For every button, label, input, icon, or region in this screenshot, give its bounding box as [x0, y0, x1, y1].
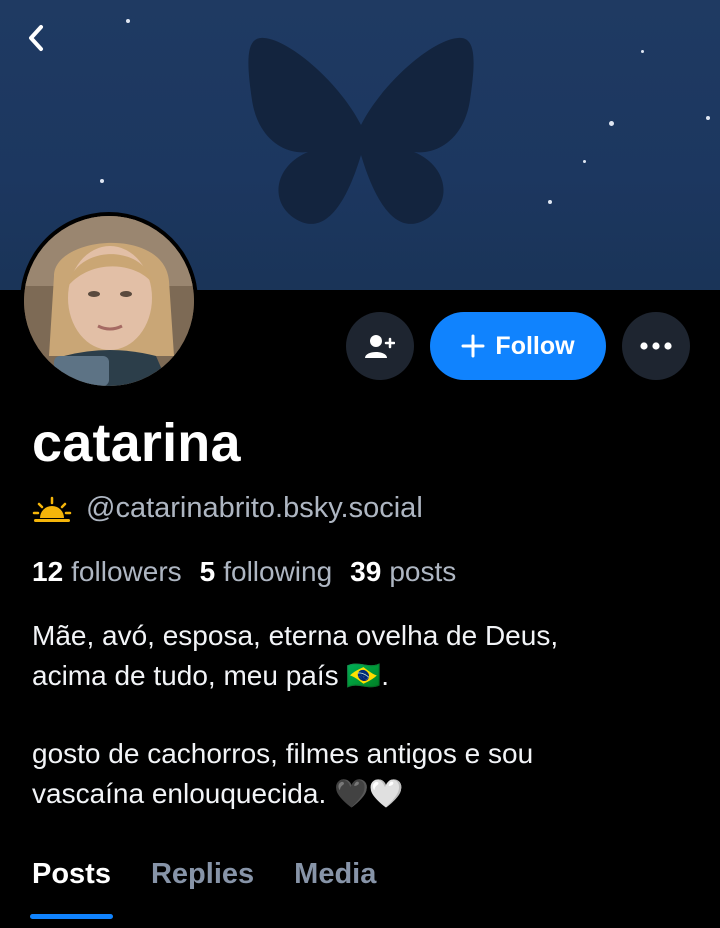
avatar-photo [24, 216, 194, 386]
profile-stats: 12 followers 5 following 39 posts [32, 556, 456, 588]
chevron-left-icon [29, 25, 43, 51]
tab-posts[interactable]: Posts [30, 858, 113, 919]
following-count: 5 [199, 556, 216, 587]
following-label: following [223, 556, 333, 587]
bio-line: gosto de cachorros, filmes antigos e sou [32, 738, 534, 769]
avatar-frame [20, 212, 198, 390]
add-user-icon [365, 335, 395, 358]
profile-actions: Follow [346, 312, 690, 380]
display-name: catarina [32, 413, 241, 473]
sunrise-icon [32, 496, 72, 522]
followers-label: followers [71, 556, 182, 587]
handle-row: @catarinabrito.bsky.social [32, 492, 423, 525]
plus-icon [461, 334, 485, 358]
posts-label: posts [389, 556, 457, 587]
more-icon [640, 342, 672, 350]
butterfly-logo-icon [248, 37, 474, 224]
following-stat[interactable]: 5 following [200, 556, 333, 588]
posts-count: 39 [350, 556, 382, 587]
followers-count: 12 [32, 556, 64, 587]
back-button[interactable] [18, 20, 54, 56]
profile-handle[interactable]: @catarinabrito.bsky.social [86, 492, 423, 525]
tab-replies[interactable]: Replies [151, 858, 254, 913]
posts-stat: 39 posts [350, 556, 456, 588]
bio-line: Mãe, avó, esposa, eterna ovelha de Deus, [32, 620, 559, 651]
bio-line: acima de tudo, meu país 🇧🇷. [32, 660, 390, 691]
more-options-button[interactable] [622, 312, 690, 380]
profile-bio: Mãe, avó, esposa, eterna ovelha de Deus,… [32, 616, 692, 814]
follow-button[interactable]: Follow [430, 312, 606, 380]
tab-media[interactable]: Media [294, 858, 376, 913]
bio-line: vascaína enlouquecida. 🖤🤍 [32, 778, 404, 809]
avatar[interactable] [24, 216, 194, 386]
profile-tabs: Posts Replies Media [30, 858, 376, 919]
follow-label: Follow [495, 331, 575, 360]
followers-stat[interactable]: 12 followers [32, 556, 182, 588]
add-user-button[interactable] [346, 312, 414, 380]
